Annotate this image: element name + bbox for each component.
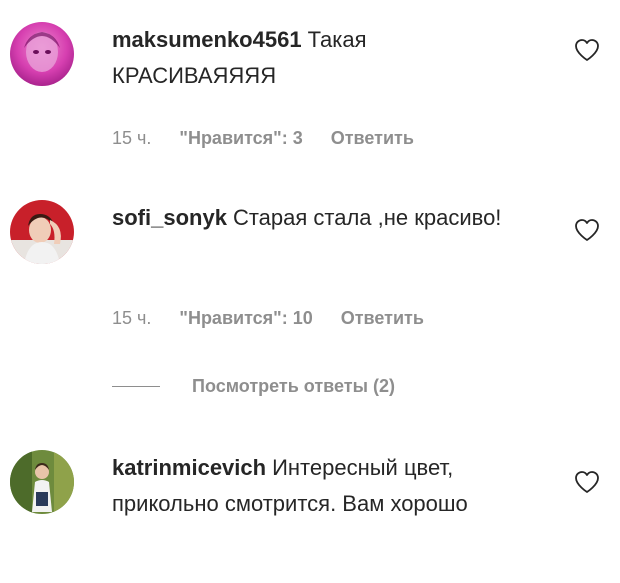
comment-likes[interactable]: "Нравится": 3 (179, 128, 302, 149)
user-avatar[interactable] (10, 200, 74, 264)
comment-body: sofi_sonyk Старая стала ,не красиво! (112, 200, 532, 236)
comment-text: Старая стала ,не красиво! (232, 205, 502, 230)
view-replies-button[interactable]: Посмотреть ответы (2) (112, 372, 395, 400)
reply-button[interactable]: Ответить (331, 128, 414, 149)
comment-time: 15 ч. (112, 128, 152, 148)
comment-time: 15 ч. (112, 308, 152, 328)
user-avatar[interactable] (10, 450, 74, 514)
heart-outline-icon[interactable] (574, 218, 600, 242)
heart-outline-icon[interactable] (574, 470, 600, 494)
comment-username[interactable]: maksumenko4561 (112, 27, 302, 52)
comment-body: katrinmicevich Интересный цвет, прикольно… (112, 450, 532, 522)
comment-meta: 15 ч. "Нравится": 10 Ответить (112, 308, 424, 329)
heart-outline-icon[interactable] (574, 38, 600, 62)
comment-meta: 15 ч. "Нравится": 3 Ответить (112, 128, 414, 149)
comment-username[interactable]: katrinmicevich (112, 455, 266, 480)
comment-likes[interactable]: "Нравится": 10 (179, 308, 312, 329)
comment-body: maksumenko4561 Такая КРАСИВАЯЯЯЯ (112, 22, 532, 94)
replies-divider-line (112, 385, 160, 387)
user-avatar[interactable] (10, 22, 74, 86)
view-replies-label: Посмотреть ответы (2) (192, 375, 395, 396)
comment-username[interactable]: sofi_sonyk (112, 205, 227, 230)
reply-button[interactable]: Ответить (341, 308, 424, 329)
